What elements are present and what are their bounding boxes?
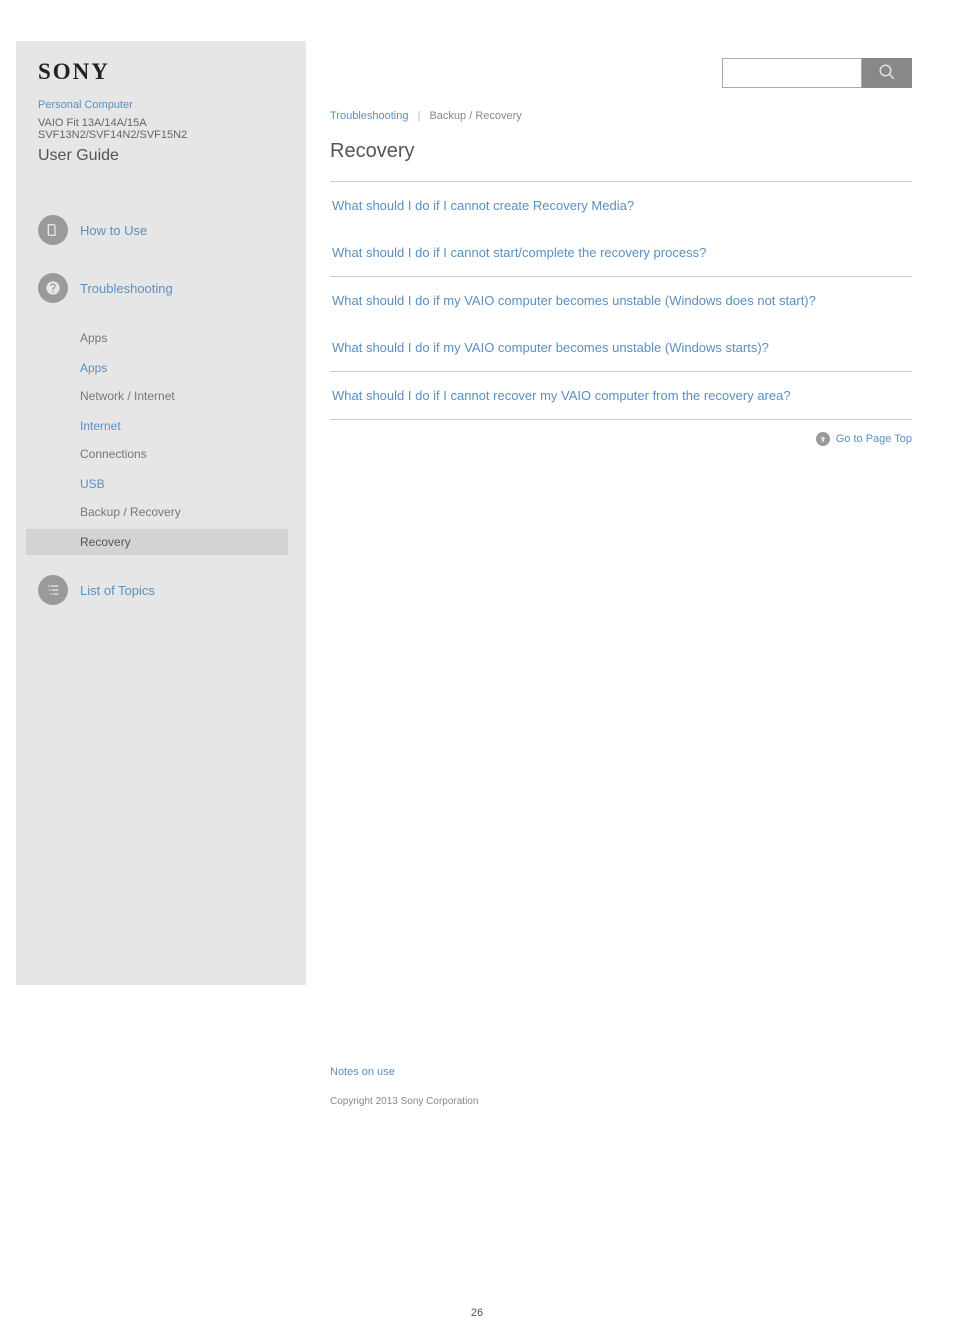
nav-link-recovery[interactable]: Recovery [26,529,288,555]
arrow-up-icon [816,432,830,446]
nav-group-title: Backup / Recovery [38,505,296,519]
sidebar: SONY Personal Computer VAIO Fit 13A/14A/… [16,41,306,985]
topic-link[interactable]: What should I do if my VAIO computer bec… [330,324,912,371]
search-input[interactable] [722,58,862,88]
nav-group-backup: Backup / Recovery Recovery [38,505,296,555]
search-container [722,58,912,88]
nav-troubleshooting[interactable]: Troubleshooting [38,273,296,303]
nav-link-usb[interactable]: USB [38,471,296,497]
footer-links: Notes on use [330,1066,912,1078]
topic-link[interactable]: What should I do if I cannot recover my … [330,372,912,419]
topic-link[interactable]: What should I do if I cannot create Reco… [330,182,912,229]
breadcrumb-current: Backup / Recovery [429,110,521,122]
main-content: Troubleshooting | Backup / Recovery Reco… [330,0,954,1107]
copyright: Copyright 2013 Sony Corporation [330,1096,912,1107]
footer: Notes on use Copyright 2013 Sony Corpora… [330,446,912,1107]
book-icon [38,215,68,245]
breadcrumb-separator: | [418,110,421,122]
nav-list-of-topics[interactable]: List of Topics [38,575,296,605]
topic-link[interactable]: What should I do if I cannot start/compl… [330,229,912,276]
question-icon [38,273,68,303]
page-title: Recovery [330,140,912,163]
breadcrumb: Troubleshooting | Backup / Recovery [330,110,912,122]
product-link[interactable]: Personal Computer [38,99,296,111]
search-button[interactable] [862,58,912,88]
model-text: VAIO Fit 13A/14A/15A SVF13N2/SVF14N2/SVF… [38,117,296,141]
nav-group-title: Apps [38,331,296,345]
nav-group-title: Connections [38,447,296,461]
nav-label: How to Use [80,223,147,238]
nav-group-title: Network / Internet [38,389,296,403]
footer-notes-link[interactable]: Notes on use [330,1066,395,1078]
go-to-top-label: Go to Page Top [836,433,912,445]
nav-link-apps[interactable]: Apps [38,355,296,381]
nav-link-internet[interactable]: Internet [38,413,296,439]
topic-link[interactable]: What should I do if my VAIO computer bec… [330,277,912,324]
nav-group-network: Network / Internet Internet [38,389,296,439]
nav-label: List of Topics [80,583,155,598]
nav-group-connections: Connections USB [38,447,296,497]
guide-title: User Guide [38,147,296,165]
breadcrumb-parent[interactable]: Troubleshooting [330,110,408,122]
brand-logo: SONY [38,59,296,85]
page-number: 26 [0,1307,954,1339]
nav-how-to-use[interactable]: How to Use [38,215,296,245]
nav-group-apps: Apps Apps [38,331,296,381]
divider [330,419,912,420]
nav-label: Troubleshooting [80,281,173,296]
list-icon [38,575,68,605]
go-to-top-link[interactable]: Go to Page Top [816,432,912,446]
search-icon [878,63,896,84]
